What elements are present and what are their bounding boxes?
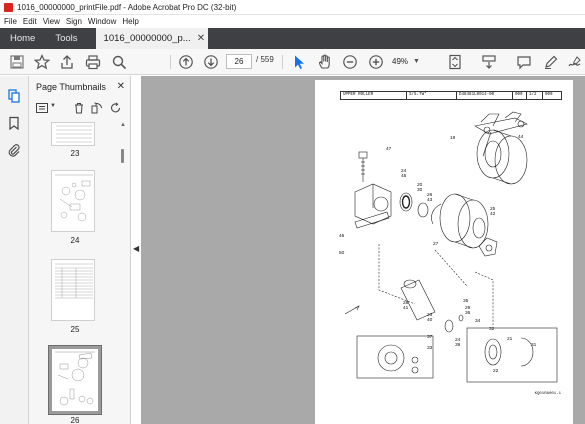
sign-icon[interactable] <box>567 54 583 70</box>
close-icon[interactable]: ✕ <box>197 33 205 44</box>
exploded-parts-drawing: 19 47 2445 2030 2643 44 2542 46 50 27 35… <box>339 111 558 383</box>
thumbnail-label: 24 <box>70 236 80 245</box>
svg-text:36: 36 <box>465 310 471 316</box>
title-bar: 1016_00000000_printFile.pdf - Adobe Acro… <box>0 0 585 15</box>
svg-text:27: 27 <box>433 241 439 247</box>
title-block-scale: S/5.7W* <box>407 92 457 99</box>
svg-text:50: 50 <box>339 250 345 256</box>
page-thumbnails-icon[interactable] <box>7 89 21 103</box>
svg-text:42: 42 <box>490 211 496 217</box>
svg-text:41: 41 <box>403 305 409 311</box>
print-icon[interactable] <box>85 54 101 70</box>
thumbnail-page-25[interactable] <box>51 259 95 321</box>
menu-window[interactable]: Window <box>88 17 116 26</box>
svg-text:19: 19 <box>450 135 456 141</box>
thumbnail-label: 25 <box>70 325 80 334</box>
menu-file[interactable]: File <box>4 17 17 26</box>
close-icon[interactable]: ✕ <box>117 81 125 92</box>
thumbnails-title: Page Thumbnails <box>36 81 106 92</box>
collapse-panel-icon[interactable]: ◀ <box>133 244 139 253</box>
svg-text:34: 34 <box>475 318 481 324</box>
svg-text:47: 47 <box>386 146 392 152</box>
chevron-down-icon: ▼ <box>413 58 420 65</box>
toolbar-divider <box>170 55 171 69</box>
page-number-input[interactable]: 26 <box>226 54 252 69</box>
bookmark-star-icon[interactable] <box>33 54 51 70</box>
zoom-out-icon[interactable] <box>342 54 358 70</box>
svg-text:46: 46 <box>339 233 345 239</box>
title-block-code: 000 <box>513 92 527 99</box>
menu-help[interactable]: Help <box>122 17 138 26</box>
next-page-icon[interactable] <box>203 54 219 70</box>
thumbnails-header: Page Thumbnails ✕ <box>29 76 130 97</box>
fit-page-icon[interactable] <box>447 54 463 70</box>
highlight-pen-icon[interactable] <box>543 54 559 70</box>
menu-view[interactable]: View <box>43 17 60 26</box>
comment-icon[interactable] <box>516 54 532 70</box>
drawing-footer-code: KQ01RA001-1 <box>534 392 561 396</box>
svg-text:33: 33 <box>427 345 433 351</box>
menu-edit[interactable]: Edit <box>23 17 37 26</box>
drawing-title-block: UPPER ROLLER S/5.7W* D48481L0014-00 000 … <box>340 91 562 100</box>
thumbnail-scrollbar-thumb[interactable] <box>121 149 124 163</box>
scroll-up-arrow-icon[interactable]: ▲ <box>120 122 126 128</box>
svg-text:39: 39 <box>455 342 461 348</box>
svg-text:31: 31 <box>531 342 537 348</box>
scroll-mode-icon[interactable] <box>481 54 497 70</box>
thumbnail-page-26[interactable] <box>48 345 102 415</box>
tab-document[interactable]: 1016_00000000_p... ✕ <box>95 28 208 49</box>
thumbnail-page-24[interactable] <box>51 170 95 232</box>
svg-text:40: 40 <box>427 317 433 323</box>
thumbnails-toolbar: ▼ <box>29 100 130 118</box>
svg-text:35: 35 <box>463 298 469 304</box>
menu-sign[interactable]: Sign <box>66 17 82 26</box>
attachments-icon[interactable] <box>7 143 21 157</box>
save-icon[interactable] <box>9 54 25 70</box>
upload-icon[interactable] <box>59 54 75 70</box>
search-icon[interactable] <box>111 54 127 70</box>
navigation-rail <box>0 76 29 424</box>
main-toolbar: 26 / 559 49% ▼ <box>0 49 585 75</box>
bookmarks-icon[interactable] <box>7 116 21 131</box>
title-block-rev: 000 <box>545 93 553 97</box>
zoom-level-value: 49% <box>392 57 409 66</box>
thumbnail-page-23[interactable] <box>51 122 95 146</box>
toolbar-divider <box>282 55 283 69</box>
title-block-drawing-no: D48481L0014-00 <box>457 92 513 99</box>
svg-text:21: 21 <box>507 336 513 342</box>
tab-bar: Home Tools 1016_00000000_p... ✕ <box>0 28 585 49</box>
pdf-page: UPPER ROLLER S/5.7W* D48481L0014-00 000 … <box>315 80 573 424</box>
rotate-left-icon[interactable] <box>91 102 103 114</box>
acrobat-logo-icon <box>4 2 13 12</box>
tab-home[interactable]: Home <box>0 28 45 49</box>
page-total: / 559 <box>256 55 274 64</box>
svg-text:30: 30 <box>417 187 423 193</box>
thumbnail-label: 23 <box>70 149 80 158</box>
thumbnail-options-icon[interactable] <box>36 102 48 114</box>
hand-tool-icon[interactable] <box>317 54 333 70</box>
tab-document-label: 1016_00000000_p... <box>103 33 191 44</box>
chevron-down-icon[interactable]: ▼ <box>50 103 56 109</box>
thumbnail-label: 26 <box>70 416 80 424</box>
title-block-sheet: 1/2 <box>527 92 543 99</box>
menu-bar: File Edit View Sign Window Help <box>0 15 585 28</box>
rotate-right-icon[interactable] <box>110 102 122 114</box>
tab-tools[interactable]: Tools <box>45 28 87 49</box>
svg-text:32: 32 <box>489 326 495 332</box>
svg-text:22: 22 <box>493 368 499 374</box>
previous-page-icon[interactable] <box>178 54 194 70</box>
title-block-part-name: UPPER ROLLER <box>341 92 407 99</box>
svg-text:45: 45 <box>401 173 407 179</box>
svg-text:37: 37 <box>427 334 433 340</box>
window-title: 1016_00000000_printFile.pdf - Adobe Acro… <box>17 2 237 12</box>
zoom-level-dropdown[interactable]: 49% ▼ <box>392 54 430 69</box>
zoom-in-icon[interactable] <box>368 54 384 70</box>
svg-text:44: 44 <box>518 134 524 140</box>
select-cursor-icon[interactable] <box>291 54 307 70</box>
svg-text:43: 43 <box>427 197 433 203</box>
page-thumbnails-panel: Page Thumbnails ✕ ▼ 23 24 25 26 <box>29 76 131 424</box>
delete-icon[interactable] <box>73 102 85 114</box>
